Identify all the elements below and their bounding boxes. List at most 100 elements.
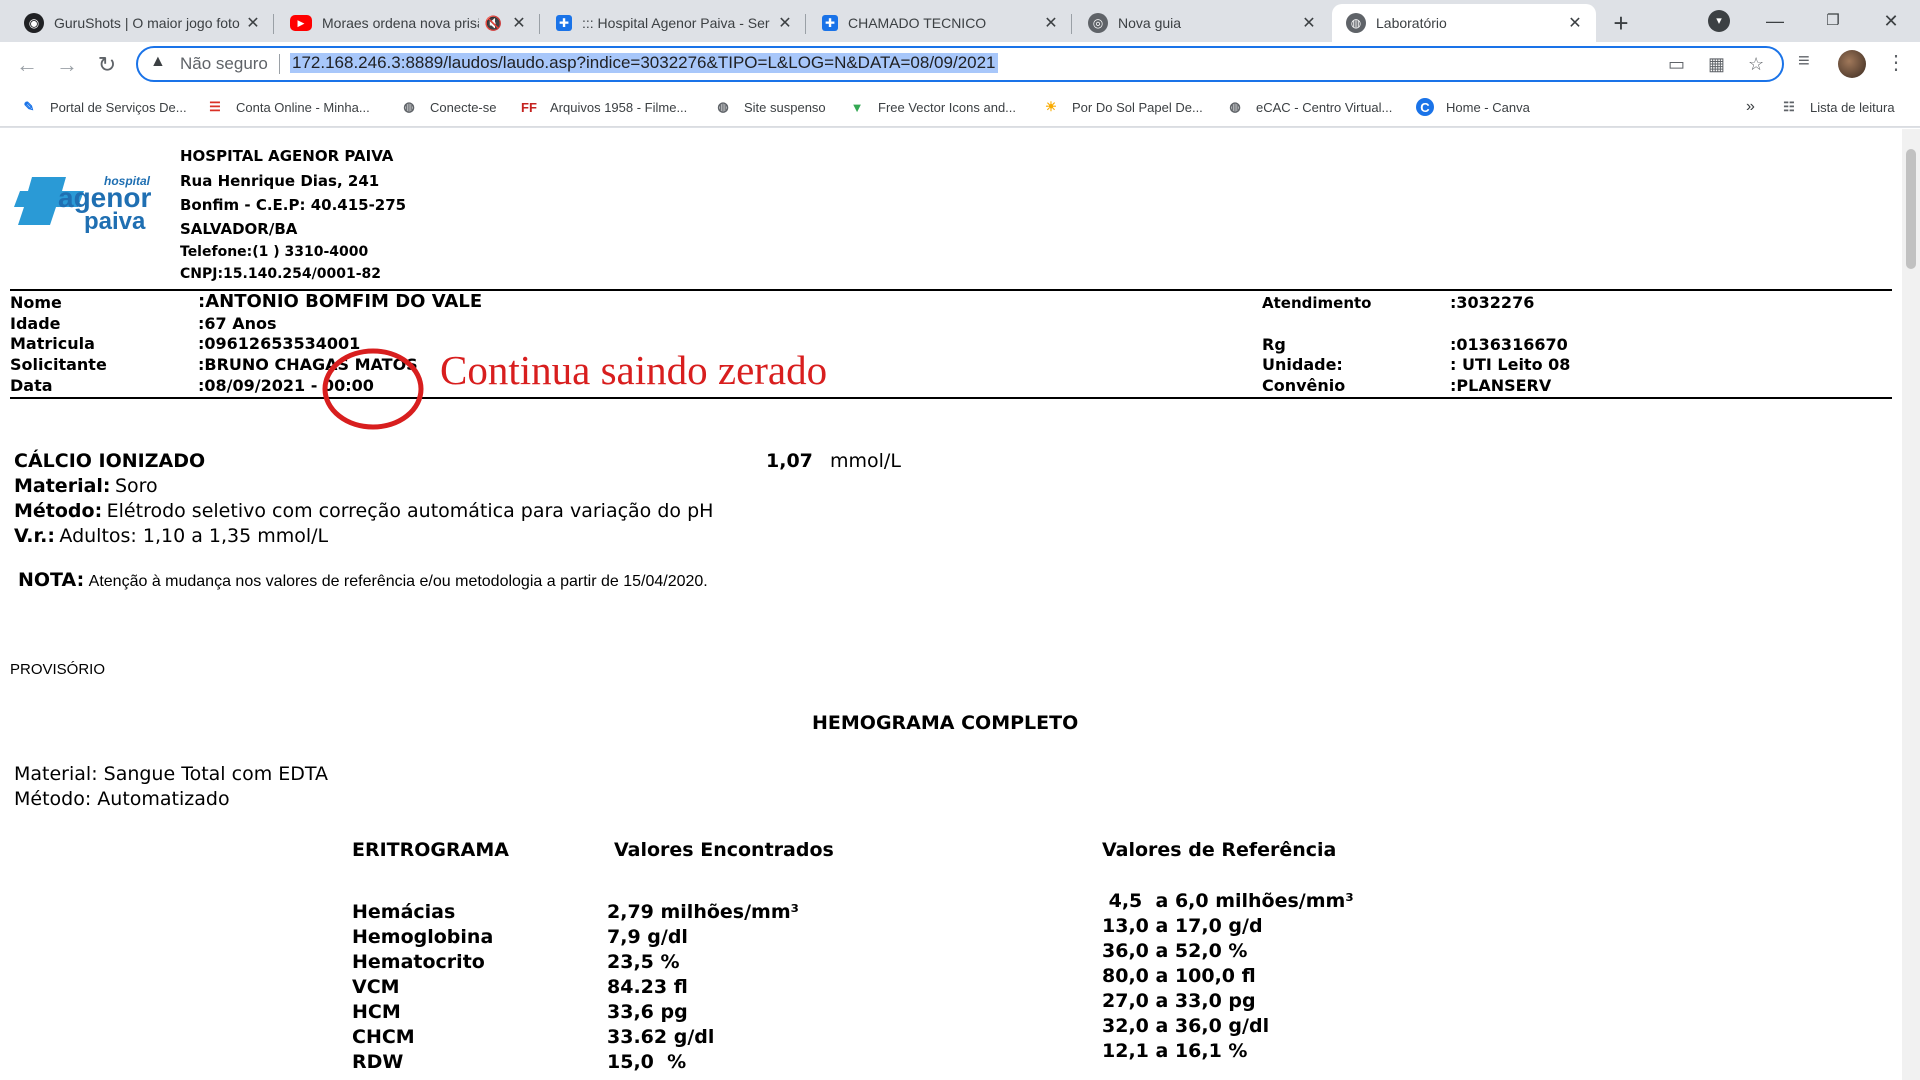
reading-list-icon: ☷	[1783, 99, 1795, 114]
label-matricula: Matricula	[10, 334, 95, 353]
header-rule-bottom	[10, 397, 1892, 399]
vr-value: Adultos: 1,10 a 1,35 mmol/L	[59, 525, 329, 547]
portal-icon: ✎	[23, 99, 35, 114]
mute-icon[interactable]: 🔇	[485, 15, 502, 32]
page-scrollbar[interactable]	[1902, 129, 1920, 1080]
close-icon[interactable]: ✕	[1298, 13, 1320, 33]
browser-chrome: ◉ GuruShots | O maior jogo foto ✕ ▶ Mora…	[0, 0, 1920, 128]
close-icon[interactable]: ✕	[1564, 13, 1586, 33]
forward-icon[interactable]: →	[52, 50, 82, 80]
bookmark-label: Portal de Serviços De...	[50, 99, 187, 115]
hospital-icon: ✚	[822, 15, 838, 31]
url-text[interactable]: 172.168.246.3:8889/laudos/laudo.asp?indi…	[290, 53, 998, 73]
value-unidade: : UTI Leito 08	[1450, 355, 1571, 374]
row-name: RDW	[352, 1051, 404, 1073]
security-label[interactable]: Não seguro	[180, 54, 268, 74]
hemograma-metodo: Método: Automatizado	[14, 788, 230, 810]
back-icon[interactable]: ←	[12, 50, 42, 80]
tab-separator	[805, 14, 806, 34]
hemograma-title: HEMOGRAMA COMPLETO	[812, 712, 1079, 734]
close-icon[interactable]: ✕	[242, 13, 264, 33]
annotation-circle	[322, 348, 424, 430]
scrollbar-thumb[interactable]	[1906, 149, 1916, 269]
globe-icon: ◍	[403, 99, 415, 114]
bookmark-item[interactable]: ✎ Portal de Serviços De...	[20, 96, 187, 118]
row-name: CHCM	[352, 1026, 415, 1048]
row-name: HCM	[352, 1001, 401, 1023]
vr-label: V.r.:	[14, 525, 55, 547]
tab-search-icon[interactable]: ▾	[1708, 10, 1730, 32]
bookmark-item[interactable]: ▼ Free Vector Icons and...	[848, 96, 1016, 118]
bookmark-item[interactable]: ◍ Site suspenso	[714, 96, 825, 118]
tab-youtube[interactable]: ▶ Moraes ordena nova prisã 🔇 ✕	[276, 4, 540, 42]
window-close-icon[interactable]: ✕	[1868, 6, 1914, 36]
restore-icon[interactable]: ❐	[1810, 6, 1856, 36]
value-nome: :ANTONIO BOMFIM DO VALE	[198, 291, 483, 312]
page-content: hospital agenor paiva HOSPITAL AGENOR PA…	[0, 129, 1902, 1080]
toolbar: ← → ↻ ▲ Não seguro 172.168.246.3:8889/la…	[0, 42, 1920, 88]
annotation-text: Continua saindo zerado	[440, 347, 828, 393]
new-tab-button[interactable]: +	[1606, 8, 1636, 38]
label-rg: Rg	[1262, 335, 1286, 354]
bookmark-item[interactable]: C Home - Canva	[1416, 96, 1530, 118]
menu-icon[interactable]: ⋮	[1886, 50, 1906, 75]
bookmark-item[interactable]: ☀ Por Do Sol Papel De...	[1042, 96, 1203, 118]
calcio-metodo: Método: Elétrodo seletivo com correção a…	[14, 500, 713, 522]
value-rg: :0136316670	[1450, 335, 1568, 354]
bookmark-item[interactable]: ◍ Conecte-se	[400, 96, 496, 118]
row-ref: 36,0 a 52,0 %	[1102, 940, 1248, 962]
row-name: Hemoglobina	[352, 926, 494, 948]
tab-title: ::: Hospital Agenor Paiva - Ser	[582, 15, 770, 31]
bookmark-item[interactable]: ☰ Conta Online - Minha...	[206, 96, 370, 118]
tab-title: Moraes ordena nova prisã	[322, 15, 479, 31]
bookmark-star-icon[interactable]: ☆	[1748, 54, 1764, 75]
close-icon[interactable]: ✕	[508, 13, 530, 33]
globe-icon: ◍	[1346, 13, 1366, 33]
cast-icon[interactable]: ▭	[1668, 54, 1685, 75]
bookmark-item[interactable]: FF Arquivos 1958 - Filme...	[520, 96, 687, 118]
pordosol-icon: ☀	[1045, 99, 1057, 114]
address-bar[interactable]: ▲ Não seguro 172.168.246.3:8889/laudos/l…	[136, 46, 1784, 82]
qr-code-icon[interactable]: ▦	[1708, 54, 1725, 75]
bookmark-label: eCAC - Centro Virtual...	[1256, 99, 1393, 115]
col-eritrograma: ERITROGRAMA	[352, 839, 509, 861]
minimize-icon[interactable]: —	[1752, 6, 1798, 36]
hospital-logo: hospital agenor paiva	[14, 167, 170, 235]
tab-gurushots[interactable]: ◉ GuruShots | O maior jogo foto ✕	[10, 4, 274, 42]
media-control-icon[interactable]: ≡	[1798, 50, 1810, 73]
row-value: 33,6 pg	[607, 1001, 688, 1023]
conta-icon: ☰	[209, 99, 221, 114]
row-name: Hemácias	[352, 901, 456, 923]
avatar[interactable]	[1838, 50, 1866, 78]
bookmarks-overflow-button[interactable]: »	[1746, 96, 1755, 118]
tab-separator	[1071, 14, 1072, 34]
tab-separator	[273, 14, 274, 34]
tab-separator	[539, 14, 540, 34]
label-idade: Idade	[10, 314, 61, 333]
reload-icon[interactable]: ↻	[92, 50, 122, 80]
tab-chamado[interactable]: ✚ CHAMADO TECNICO ✕	[808, 4, 1072, 42]
tab-laboratorio[interactable]: ◍ Laboratório ✕	[1332, 4, 1596, 42]
calcio-nota: NOTA: Atenção à mudança nos valores de r…	[18, 569, 708, 591]
row-value: 84.23 fl	[607, 976, 688, 998]
tab-hospital[interactable]: ✚ ::: Hospital Agenor Paiva - Ser ✕	[542, 4, 806, 42]
calcio-title: CÁLCIO IONIZADO	[14, 450, 206, 472]
nota-label: NOTA:	[18, 569, 85, 591]
row-value: 7,9 g/dl	[607, 926, 688, 948]
warning-icon[interactable]: ▲	[150, 53, 166, 71]
label-unidade: Unidade:	[1262, 355, 1343, 374]
close-icon[interactable]: ✕	[1040, 13, 1062, 33]
bookmark-label: Conta Online - Minha...	[236, 99, 370, 115]
label-nome: Nome	[10, 293, 62, 312]
reading-list-button[interactable]: ☷ Lista de leitura	[1780, 96, 1894, 118]
ff-icon: FF	[521, 99, 537, 115]
label-solicitante: Solicitante	[10, 355, 107, 374]
close-icon[interactable]: ✕	[774, 13, 796, 33]
bookmark-label: Free Vector Icons and...	[878, 99, 1017, 115]
value-atendimento: :3032276	[1450, 293, 1535, 312]
tab-nova-guia[interactable]: ◎ Nova guia ✕	[1074, 4, 1330, 42]
bookmark-item[interactable]: ◍ eCAC - Centro Virtual...	[1226, 96, 1392, 118]
hospital-cnpj: CNPJ:15.140.254/0001-82	[180, 266, 381, 282]
globe-icon: ◍	[717, 99, 729, 114]
metodo-value: Elétrodo seletivo com correção automátic…	[106, 500, 714, 522]
